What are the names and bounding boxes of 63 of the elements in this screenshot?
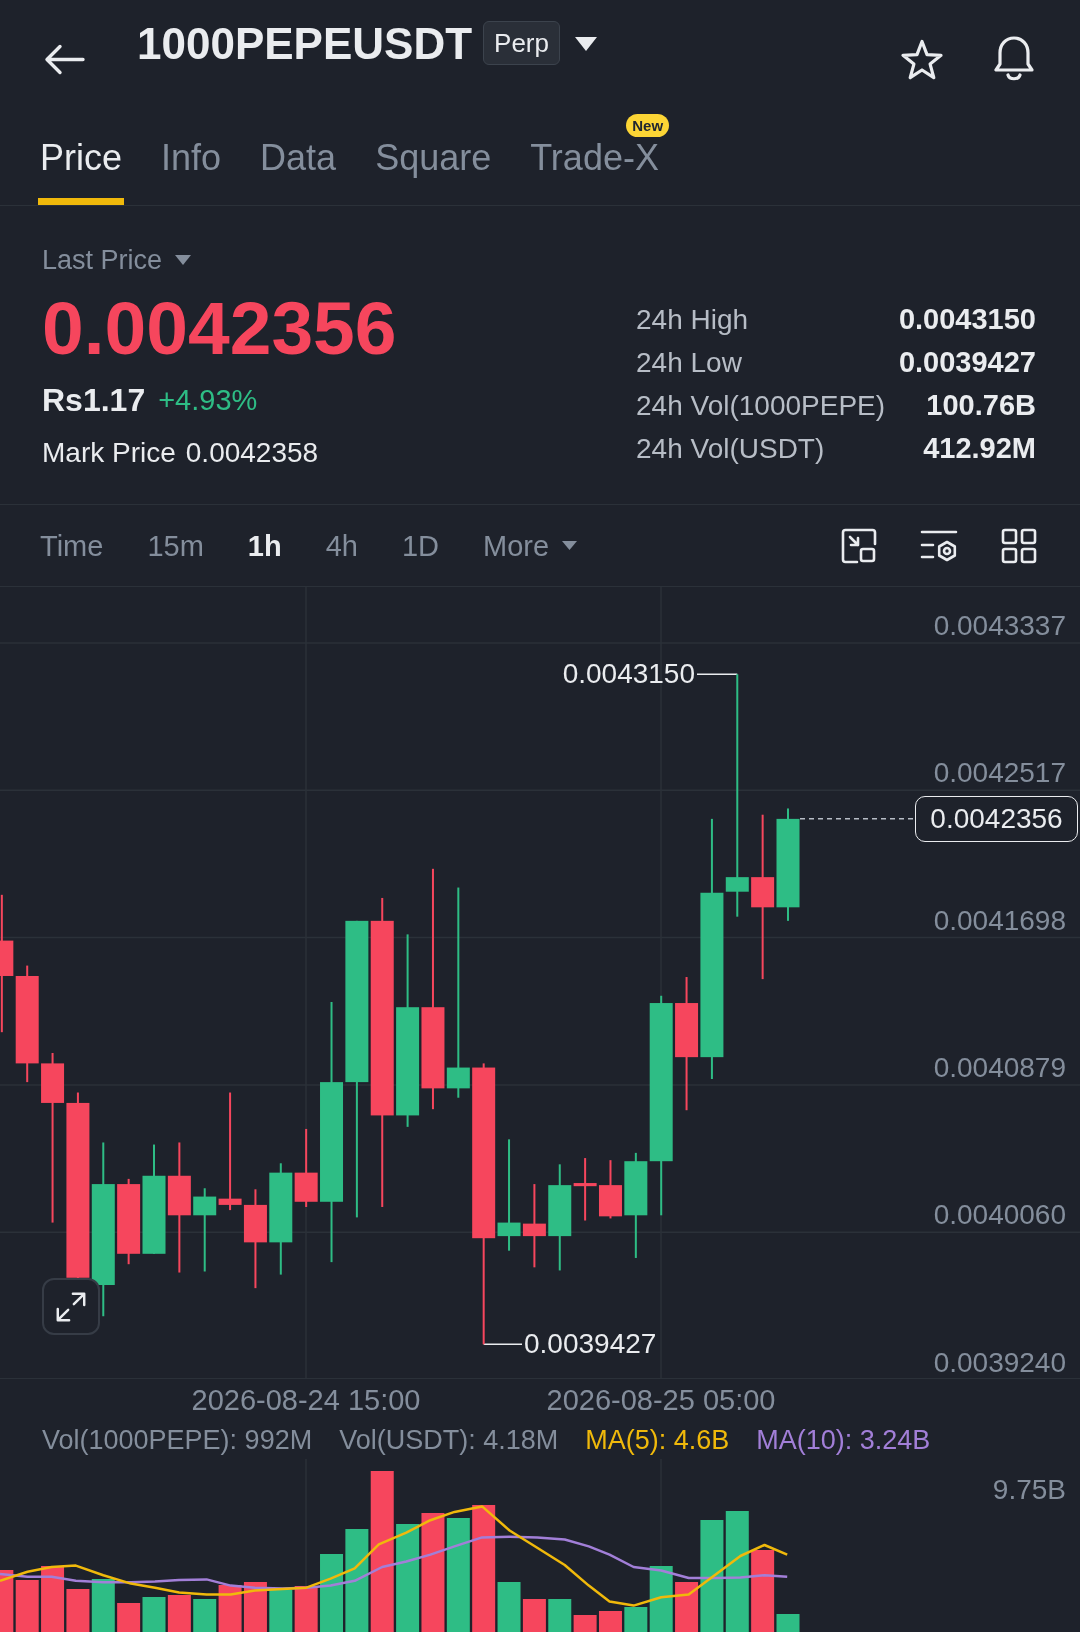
tab[interactable]: Data [258,106,339,205]
grid-icon[interactable] [1001,527,1037,564]
interval-tab[interactable]: Time [40,525,104,566]
interval-tab[interactable]: 4h [325,525,358,566]
price-axis-label: 0.0043337 [933,609,1066,643]
volume-bar [269,1590,293,1632]
mark-price-label: Mark Price [42,437,176,469]
mark-price-value: 0.0042358 [185,437,319,469]
volume-bar [91,1579,115,1632]
time-axis-label: 2026-08-24 15:00 [191,1383,421,1417]
last-price: 0.0042356 [42,288,397,368]
contract-badge: Perp [483,21,560,65]
interval-tab[interactable]: 15m [147,525,204,566]
star-icon[interactable] [899,38,945,82]
tab[interactable]: Info [159,106,224,205]
price-axis-label: 0.0041698 [933,903,1066,938]
last-price-label[interactable]: Last Price [42,245,163,275]
resize-window-icon[interactable] [841,527,877,564]
price-axis-label: 0.0040060 [933,1198,1066,1233]
leader-line [482,1343,523,1346]
back-arrow-icon[interactable] [44,44,85,75]
price-change: +4.93% [158,383,258,418]
candle [599,1160,622,1219]
volume-legend-item: Vol(USDT): 4.18M [339,1424,559,1456]
fiat-price: Rs1.17 [42,381,146,420]
time-axis-label: 2026-08-25 05:00 [546,1383,776,1417]
volume-bar [599,1611,622,1632]
price-axis-label: 0.0040879 [933,1050,1066,1085]
volume-bar [117,1603,141,1632]
volume-legend-item: MA(5): 4.6B [585,1424,730,1456]
stat-value: 412.92M [923,432,1036,465]
stat-value: 100.76B [926,389,1036,422]
volume-bar [294,1586,318,1632]
current-price-tag: 0.0042356 [915,795,1078,842]
stat-label: 24h Vol(1000PEPE) [636,389,886,422]
tab[interactable]: Square [373,106,494,205]
stat-value: 0.0039427 [898,346,1036,379]
leader-line [696,673,739,675]
volume-bar [142,1597,166,1632]
volume-legend-item: Vol(1000PEPE): 992M [42,1424,313,1456]
price-axis-label: 0.0039240 [933,1345,1066,1380]
caret-icon [561,540,579,551]
stat-label: 24h Vol(USDT) [636,432,825,465]
caret-icon[interactable] [574,36,598,52]
price-axis-label: 0.0042517 [933,756,1066,791]
expand-button[interactable] [42,1278,100,1335]
tab[interactable]: Price [38,106,125,205]
low-price-label: 0.0039427 [524,1327,657,1362]
volume-bar [193,1599,217,1632]
interval-tab[interactable]: 1D [401,525,439,566]
symbol-title: 1000PEPEUSDT [137,18,473,70]
volume-bar [167,1595,191,1632]
volume-legend-item: MA(10): 3.24B [756,1424,931,1456]
volume-axis-label: 9.75B [992,1473,1066,1507]
interval-tab[interactable]: 1h [247,525,282,566]
new-badge: New [626,114,670,137]
high-price-label: 0.0043150 [562,657,695,692]
stat-value: 0.0043150 [898,303,1036,336]
more-menu-button[interactable]: More [483,525,579,566]
volume-bar [243,1582,267,1632]
stat-label: 24h Low [636,346,742,379]
bell-icon[interactable] [992,34,1036,83]
stat-label: 24h High [636,303,749,336]
